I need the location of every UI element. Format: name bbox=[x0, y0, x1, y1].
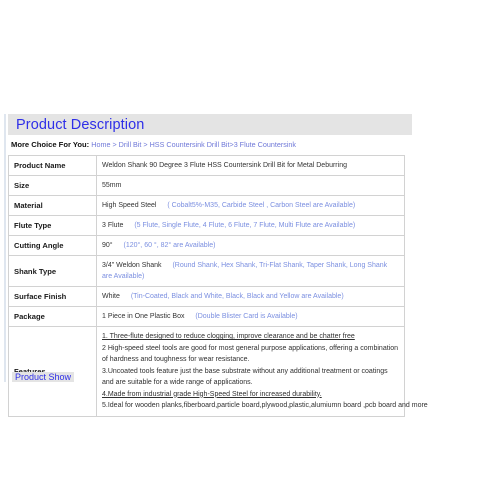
spec-key: Product Name bbox=[8, 155, 97, 176]
spec-value: High Speed Steel ( Cobalt5%-M35, Carbide… bbox=[96, 195, 405, 216]
breadcrumb-trail[interactable]: Home > Drill Bit > HSS Countersink Drill… bbox=[91, 140, 296, 149]
table-row: Package 1 Piece in One Plastic Box (Doub… bbox=[8, 306, 405, 327]
table-row: Cutting Angle 90° (120°, 60 °, 82° are A… bbox=[8, 235, 405, 256]
spec-key: Material bbox=[8, 195, 97, 216]
spec-value-main: 90° bbox=[102, 242, 113, 249]
table-row: Flute Type 3 Flute (5 Flute, Single Flut… bbox=[8, 215, 405, 236]
spec-value: 55mm bbox=[96, 175, 405, 196]
feature-item: 4.Made from industrial grade High-Speed … bbox=[102, 390, 322, 398]
spec-value-main: 1 Piece in One Plastic Box bbox=[102, 313, 185, 320]
page-root: Product Description More Choice For You:… bbox=[0, 0, 500, 500]
spec-value-main: 3 Flute bbox=[102, 222, 124, 229]
table-row: Material High Speed Steel ( Cobalt5%-M35… bbox=[8, 195, 405, 216]
breadcrumb: More Choice For You: Home > Drill Bit > … bbox=[8, 139, 412, 150]
spec-value-alternatives: (120°, 60 °, 82° are Available) bbox=[123, 242, 216, 249]
table-row: Product Name Weldon Shank 90 Degree 3 Fl… bbox=[8, 155, 405, 176]
spec-value-main: High Speed Steel bbox=[102, 202, 157, 209]
spec-key: Surface Finish bbox=[8, 286, 97, 307]
features-list: 1. Three-flute designed to reduce cloggi… bbox=[96, 326, 428, 417]
spec-key: Cutting Angle bbox=[8, 235, 97, 256]
spec-value-alternatives: (5 Flute, Single Flute, 4 Flute, 6 Flute… bbox=[134, 222, 356, 229]
page-title: Product Description bbox=[16, 116, 145, 133]
breadcrumb-label: More Choice For You: bbox=[11, 140, 90, 149]
product-description-header: Product Description bbox=[8, 114, 412, 135]
spec-value: 1 Piece in One Plastic Box (Double Blist… bbox=[96, 306, 405, 327]
spec-value-main: White bbox=[102, 293, 120, 300]
spec-value-alternatives: ( Cobalt5%-M35, Carbide Steel , Carbon S… bbox=[167, 202, 356, 209]
spec-value-main: 55mm bbox=[102, 182, 122, 189]
spec-key: Package bbox=[8, 306, 97, 327]
next-section-title: Product Show bbox=[15, 372, 72, 382]
feature-item: 1. Three-flute designed to reduce cloggi… bbox=[102, 333, 355, 340]
spec-value: White (Tin-Coated, Black and White, Blac… bbox=[96, 286, 405, 307]
table-row: Surface Finish White (Tin-Coated, Black … bbox=[8, 286, 405, 307]
spec-value: 90° (120°, 60 °, 82° are Available) bbox=[96, 235, 405, 256]
spec-value-alternatives: (Double Blister Card is Available) bbox=[195, 313, 298, 320]
spec-key: Shank Type bbox=[8, 255, 97, 287]
table-row: Shank Type 3/4" Weldon Shank (Round Shan… bbox=[8, 255, 405, 287]
spec-key: Flute Type bbox=[8, 215, 97, 236]
spec-value: Weldon Shank 90 Degree 3 Flute HSS Count… bbox=[96, 155, 405, 176]
feature-item: 2 High-speed steel tools are good for mo… bbox=[102, 344, 398, 364]
left-accent-rule bbox=[4, 114, 6, 382]
feature-item: 5.Ideal for wooden planks,fiberboard,par… bbox=[102, 402, 428, 409]
spec-value: 3/4" Weldon Shank (Round Shank, Hex Shan… bbox=[96, 255, 405, 287]
feature-item: 3.Uncoated tools feature just the base s… bbox=[102, 367, 388, 387]
spec-value-alternatives: (Tin-Coated, Black and White, Black, Bla… bbox=[130, 293, 344, 300]
spec-value-main: Weldon Shank 90 Degree 3 Flute HSS Count… bbox=[102, 162, 347, 169]
table-row: Size 55mm bbox=[8, 175, 405, 196]
spec-value-main: 3/4" Weldon Shank bbox=[102, 262, 162, 269]
spec-key: Size bbox=[8, 175, 97, 196]
spec-value: 3 Flute (5 Flute, Single Flute, 4 Flute,… bbox=[96, 215, 405, 236]
next-section-header-clipped: Product Show bbox=[12, 372, 74, 382]
